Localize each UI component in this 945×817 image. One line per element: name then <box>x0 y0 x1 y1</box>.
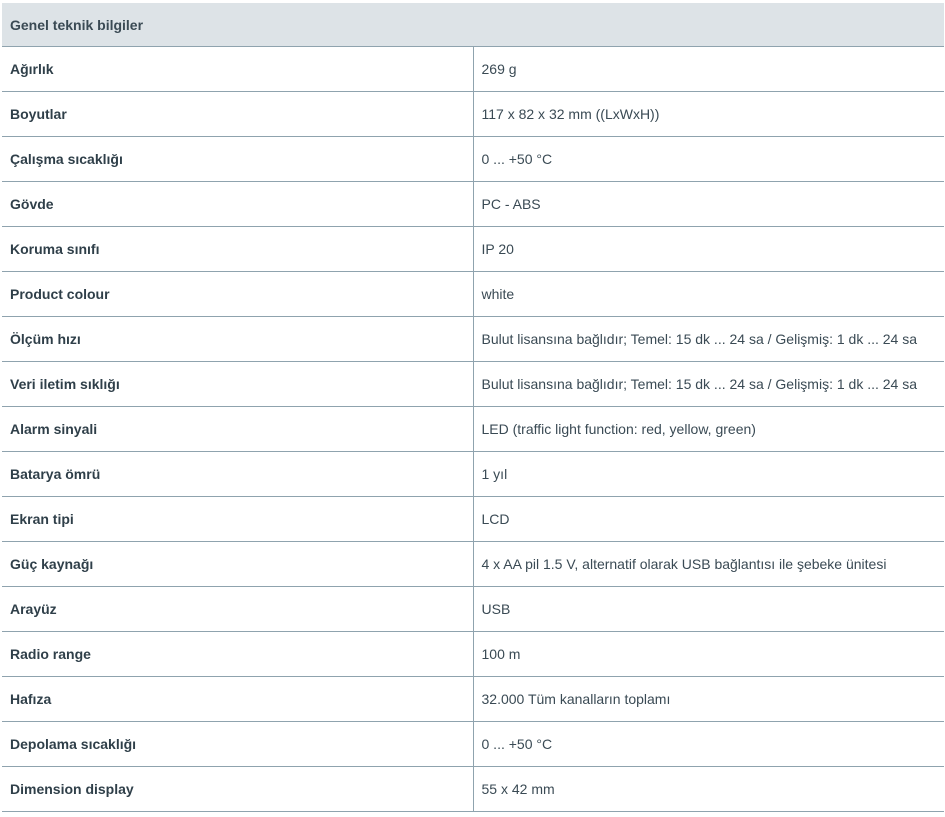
table-row: Boyutlar 117 x 82 x 32 mm ((LxWxH)) <box>2 91 944 137</box>
spec-label: Koruma sınıfı <box>2 226 474 272</box>
table-row: Güç kaynağı 4 x AA pil 1.5 V, alternatif… <box>2 541 944 587</box>
table-row: Arayüz USB <box>2 586 944 632</box>
spec-label: Ekran tipi <box>2 496 474 542</box>
spec-value: LCD <box>473 496 944 542</box>
spec-label: Radio range <box>2 631 474 677</box>
table-row: Product colour white <box>2 271 944 317</box>
table-row: Dimension display 55 x 42 mm <box>2 766 944 812</box>
spec-value: 117 x 82 x 32 mm ((LxWxH)) <box>473 91 944 137</box>
spec-table: Genel teknik bilgiler Ağırlık 269 g Boyu… <box>2 3 944 812</box>
spec-value: USB <box>473 586 944 632</box>
spec-label: Alarm sinyali <box>2 406 474 452</box>
spec-value: Bulut lisansına bağlıdır; Temel: 15 dk .… <box>473 316 944 362</box>
spec-value: 1 yıl <box>473 451 944 497</box>
spec-label: Ağırlık <box>2 46 474 92</box>
section-title: Genel teknik bilgiler <box>2 3 944 47</box>
spec-label: Product colour <box>2 271 474 317</box>
table-row: Ağırlık 269 g <box>2 46 944 92</box>
spec-label: Batarya ömrü <box>2 451 474 497</box>
spec-value: white <box>473 271 944 317</box>
table-row: Ölçüm hızı Bulut lisansına bağlıdır; Tem… <box>2 316 944 362</box>
spec-value: 100 m <box>473 631 944 677</box>
table-row: Ekran tipi LCD <box>2 496 944 542</box>
spec-value: LED (traffic light function: red, yellow… <box>473 406 944 452</box>
spec-label: Arayüz <box>2 586 474 632</box>
spec-value: 32.000 Tüm kanalların toplamı <box>473 676 944 722</box>
table-row: Koruma sınıfı IP 20 <box>2 226 944 272</box>
table-row: Radio range 100 m <box>2 631 944 677</box>
spec-value: 0 ... +50 °C <box>473 136 944 182</box>
spec-value: 0 ... +50 °C <box>473 721 944 767</box>
table-row: Depolama sıcaklığı 0 ... +50 °C <box>2 721 944 767</box>
spec-value: PC - ABS <box>473 181 944 227</box>
spec-label: Depolama sıcaklığı <box>2 721 474 767</box>
spec-value: IP 20 <box>473 226 944 272</box>
table-row: Batarya ömrü 1 yıl <box>2 451 944 497</box>
table-row: Veri iletim sıklığı Bulut lisansına bağl… <box>2 361 944 407</box>
spec-label: Dimension display <box>2 766 474 812</box>
table-row: Çalışma sıcaklığı 0 ... +50 °C <box>2 136 944 182</box>
spec-label: Gövde <box>2 181 474 227</box>
table-row: Gövde PC - ABS <box>2 181 944 227</box>
table-header-row: Genel teknik bilgiler <box>2 3 944 47</box>
spec-value: Bulut lisansına bağlıdır; Temel: 15 dk .… <box>473 361 944 407</box>
spec-value: 55 x 42 mm <box>473 766 944 812</box>
spec-label: Boyutlar <box>2 91 474 137</box>
spec-label: Hafıza <box>2 676 474 722</box>
spec-label: Çalışma sıcaklığı <box>2 136 474 182</box>
spec-label: Güç kaynağı <box>2 541 474 587</box>
table-row: Hafıza 32.000 Tüm kanalların toplamı <box>2 676 944 722</box>
spec-value: 269 g <box>473 46 944 92</box>
table-row: Alarm sinyali LED (traffic light functio… <box>2 406 944 452</box>
spec-label: Veri iletim sıklığı <box>2 361 474 407</box>
spec-value: 4 x AA pil 1.5 V, alternatif olarak USB … <box>473 541 944 587</box>
spec-label: Ölçüm hızı <box>2 316 474 362</box>
